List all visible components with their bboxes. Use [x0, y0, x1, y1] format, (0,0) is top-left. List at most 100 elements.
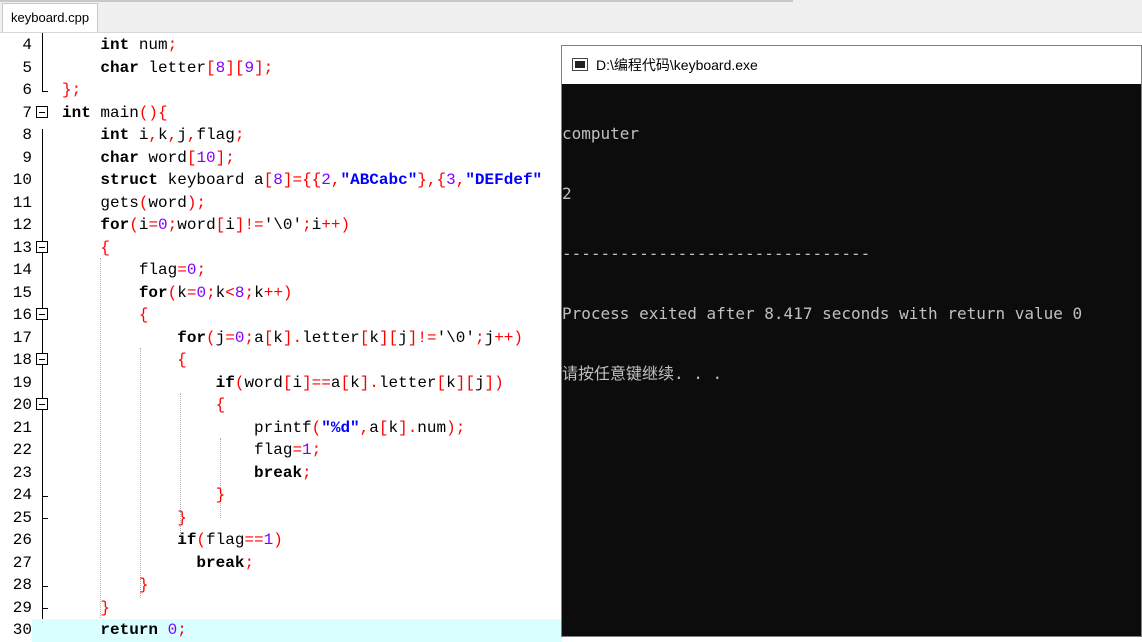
console-app-icon [572, 58, 588, 71]
line-number: 29 [12, 598, 32, 617]
fold-toggle-icon[interactable] [36, 240, 48, 253]
line-number: 17 [12, 328, 32, 347]
tab-bar-border [0, 0, 793, 2]
code-line: 15 for(k=0;k<8;k++) [0, 282, 562, 305]
line-text: if(word[i]==a[k].letter[k][j]) [215, 373, 504, 392]
line-text: for(i=0;word[i]!='\0';i++) [100, 216, 351, 234]
code-line: 13 { [0, 237, 562, 260]
line-number: 14 [12, 261, 32, 279]
line-number: 15 [12, 283, 32, 302]
line-text: }; [62, 81, 82, 99]
line-number: 5 [22, 58, 32, 77]
code-line: 20 { [0, 394, 562, 417]
line-number: 6 [22, 81, 32, 99]
code-line-current: 30 return 0; [0, 619, 562, 642]
fold-toggle-icon[interactable] [36, 398, 48, 410]
line-text: struct keyboard a[8]={{2,"ABCabc"},{3,"D… [100, 171, 543, 189]
line-text: for(k=0;k<8;k++) [138, 283, 293, 302]
line-number: 28 [12, 576, 32, 594]
line-text: { [100, 238, 111, 257]
line-number: 4 [22, 36, 32, 54]
line-text: int main(){ [62, 103, 168, 122]
code-line: 17 for(j=0;a[k].letter[k][j]!='\0';j++) [0, 327, 562, 350]
console-line: Process exited after 8.417 seconds with … [562, 304, 1083, 323]
tab-bar: keyboard.cpp [0, 0, 1142, 33]
line-number: 8 [22, 126, 32, 144]
line-text: printf("%d",a[k].num); [62, 418, 466, 437]
line-number: 16 [12, 306, 32, 324]
code-line: 27 break; [0, 552, 562, 575]
fold-toggle-icon[interactable] [36, 105, 48, 118]
code-line: 5 char letter[8][9]; [0, 57, 562, 80]
code-line: 29 } [0, 597, 562, 620]
line-text: for(j=0;a[k].letter[k][j]!='\0';j++) [177, 328, 523, 347]
line-text: if(flag==1) [177, 531, 283, 549]
line-text: flag=0; [62, 261, 207, 279]
console-window[interactable]: D:\编程代码\keyboard.exe computer 2 --------… [561, 45, 1142, 637]
code-line: 12 for(i=0;word[i]!='\0';i++) [0, 214, 562, 237]
console-line: 请按任意键继续. . . [562, 364, 723, 383]
line-number: 13 [12, 238, 32, 257]
line-text: { [215, 396, 226, 414]
line-text: int num; [100, 36, 178, 54]
code-line: 16 { [0, 304, 562, 327]
line-text: return 0; [100, 621, 187, 639]
line-text: } [177, 508, 187, 527]
line-text: break; [196, 553, 255, 572]
line-number: 27 [12, 553, 32, 572]
line-text: break; [254, 463, 312, 482]
code-line: 4 int num; [0, 34, 562, 57]
line-number: 19 [12, 373, 32, 392]
code-line: 11 gets(word); [0, 192, 562, 215]
fold-toggle-icon[interactable] [36, 353, 48, 365]
line-number: 20 [12, 396, 32, 414]
console-line: computer [562, 124, 640, 143]
line-number: 12 [12, 216, 32, 234]
code-line: 14 flag=0; [0, 259, 562, 282]
code-line: 19 if(word[i]==a[k].letter[k][j]) [0, 372, 562, 395]
line-number: 25 [12, 508, 32, 527]
code-line: 10 struct keyboard a[8]={{2,"ABCabc"},{3… [0, 169, 562, 192]
line-text: } [215, 486, 226, 504]
console-output: computer 2 -----------------------------… [562, 84, 1141, 424]
line-number: 11 [12, 193, 32, 212]
code-editor[interactable]: 4 int num; 5 char letter[8][9]; 6 }; 7 i… [0, 33, 562, 642]
code-line: 21 printf("%d",a[k].num); [0, 417, 562, 440]
line-number: 7 [22, 103, 32, 122]
line-text: } [138, 576, 149, 594]
code-line: 22 flag=1; [0, 439, 562, 462]
code-line: 24 } [0, 484, 562, 507]
code-line: 28 } [0, 574, 562, 597]
console-title-bar[interactable]: D:\编程代码\keyboard.exe [562, 46, 1141, 84]
line-number: 10 [12, 171, 32, 189]
line-text: flag=1; [62, 441, 322, 459]
code-line: 26 if(flag==1) [0, 529, 562, 552]
code-line: 7 int main(){ [0, 102, 562, 125]
line-number: 26 [12, 531, 32, 549]
tab-keyboard-cpp[interactable]: keyboard.cpp [2, 3, 99, 32]
line-text: gets(word); [62, 193, 207, 212]
line-text: } [100, 598, 111, 617]
fold-toggle-icon[interactable] [36, 308, 48, 320]
console-line: -------------------------------- [562, 244, 871, 263]
code-line: 23 break; [0, 462, 562, 485]
code-line: 6 }; [0, 79, 562, 102]
code-line: 9 char word[10]; [0, 147, 562, 170]
line-number: 30 [0, 619, 32, 642]
line-number: 21 [12, 418, 32, 437]
line-number: 23 [12, 463, 32, 482]
console-line: 2 [562, 184, 572, 203]
line-text: int i,k,j,flag; [100, 126, 245, 144]
line-number: 22 [12, 441, 32, 459]
line-number: 9 [22, 148, 32, 167]
line-number: 18 [12, 351, 32, 369]
code-line: 25 } [0, 507, 562, 530]
line-text: char word[10]; [100, 148, 235, 167]
console-title: D:\编程代码\keyboard.exe [596, 57, 758, 73]
code-line: 18 { [0, 349, 562, 372]
line-text: char letter[8][9]; [100, 58, 274, 77]
line-text: { [138, 306, 149, 324]
line-text: { [177, 351, 187, 369]
code-line: 8 int i,k,j,flag; [0, 124, 562, 147]
line-number: 24 [12, 486, 32, 504]
